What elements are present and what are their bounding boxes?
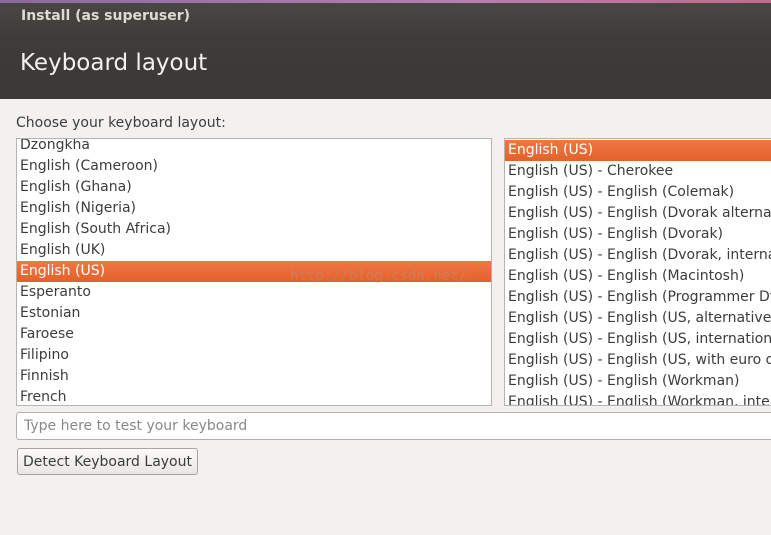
layout-item[interactable]: Faroese	[17, 324, 491, 345]
layout-item[interactable]: Esperanto	[17, 282, 491, 303]
detect-keyboard-layout-button[interactable]: Detect Keyboard Layout	[17, 448, 198, 475]
layout-item[interactable]: Estonian	[17, 303, 491, 324]
variant-item[interactable]: English (US) - English (Workman)	[505, 371, 771, 392]
layout-item[interactable]: French	[17, 387, 491, 405]
variant-item[interactable]: English (US) - English (Colemak)	[505, 182, 771, 203]
layout-item[interactable]: Finnish	[17, 366, 491, 387]
window-title: Install (as superuser)	[21, 8, 190, 24]
variant-item[interactable]: English (US) - English (US, internationa…	[505, 329, 771, 350]
variant-item[interactable]: English (US) - English (Dvorak)	[505, 224, 771, 245]
layout-item[interactable]: Dzongkha	[17, 139, 491, 156]
variant-item[interactable]: English (US) - English (Programmer Dvora…	[505, 287, 771, 308]
keyboard-test-input[interactable]	[16, 412, 771, 440]
layout-item[interactable]: English (US)	[17, 261, 491, 282]
variant-list[interactable]: English (US) English (US) - Cherokee Eng…	[504, 138, 771, 406]
layout-list[interactable]: Dzongkha English (Cameroon) English (Gha…	[16, 138, 492, 406]
layout-item[interactable]: English (South Africa)	[17, 219, 491, 240]
layout-item[interactable]: Filipino	[17, 345, 491, 366]
layout-prompt-label: Choose your keyboard layout:	[16, 115, 226, 131]
variant-item[interactable]: English (US) - English (Workman, interna…	[505, 392, 771, 405]
variant-item[interactable]: English (US) - English (Macintosh)	[505, 266, 771, 287]
variant-item[interactable]: English (US)	[505, 140, 771, 161]
layout-item[interactable]: English (Cameroon)	[17, 156, 491, 177]
page-title: Keyboard layout	[20, 50, 208, 76]
layout-item[interactable]: English (Nigeria)	[17, 198, 491, 219]
header-bar: Install (as superuser) Keyboard layout	[0, 0, 771, 99]
variant-item[interactable]: English (US) - English (US, alternative …	[505, 308, 771, 329]
variant-item[interactable]: English (US) - English (Dvorak, internat…	[505, 245, 771, 266]
layout-item[interactable]: English (Ghana)	[17, 177, 491, 198]
variant-item[interactable]: English (US) - English (Dvorak alternati…	[505, 203, 771, 224]
variant-item[interactable]: English (US) - English (US, with euro on…	[505, 350, 771, 371]
layout-item[interactable]: English (UK)	[17, 240, 491, 261]
variant-item[interactable]: English (US) - Cherokee	[505, 161, 771, 182]
